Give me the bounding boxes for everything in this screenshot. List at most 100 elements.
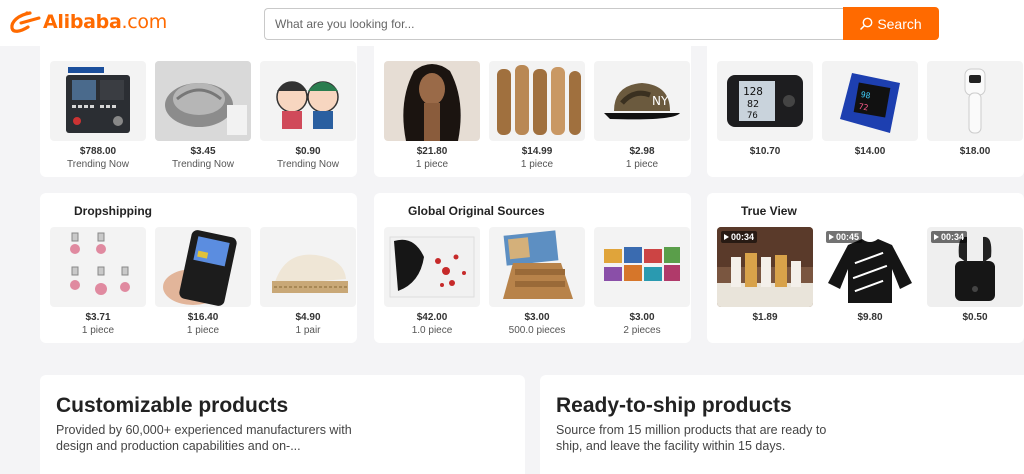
product-price: $2.98 xyxy=(629,146,655,157)
search-input[interactable] xyxy=(265,9,844,39)
product-image xyxy=(384,227,480,307)
product-sub: 1 pair xyxy=(295,325,321,336)
play-icon xyxy=(829,234,834,240)
product-image: 00:34 xyxy=(927,227,1023,307)
product-card[interactable]: 00:34 $1.89 xyxy=(717,227,813,324)
product-image xyxy=(50,227,146,307)
video-badge: 00:34 xyxy=(721,231,758,243)
product-price: $3.71 xyxy=(85,312,111,323)
product-image xyxy=(155,227,251,307)
category-card-top-right: 128 82 76 $10.70 98 72 $14.00 $18.00 xyxy=(707,30,1024,177)
product-image xyxy=(594,227,690,307)
product-image xyxy=(155,61,251,141)
product-sub: 2 pieces xyxy=(623,325,661,336)
card-heading: Customizable products xyxy=(56,394,289,417)
category-card-dropshipping[interactable]: Dropshipping $3.71 1 piece $16.40 1 piec… xyxy=(40,193,357,343)
card-description: Source from 15 million products that are… xyxy=(556,423,827,453)
svg-text:72: 72 xyxy=(858,102,869,113)
search-button[interactable]: Search xyxy=(843,7,939,40)
product-sub: 1 piece xyxy=(186,325,220,336)
category-card-trending: $788.00 Trending Now $3.45 Trending Now … xyxy=(40,30,357,177)
product-card[interactable]: 98 72 $14.00 xyxy=(822,61,918,158)
product-card[interactable]: NY $2.98 1 piece xyxy=(594,61,690,171)
product-image: 00:45 xyxy=(822,227,918,307)
product-price: $3.00 xyxy=(629,312,655,323)
product-card[interactable]: $788.00 Trending Now xyxy=(50,61,146,171)
video-badge: 00:45 xyxy=(826,231,863,243)
product-sub: 500.0 pieces xyxy=(508,325,566,336)
product-card[interactable]: $18.00 xyxy=(927,61,1023,158)
product-image xyxy=(260,227,356,307)
product-price: $10.70 xyxy=(749,146,781,157)
product-price: $3.00 xyxy=(524,312,550,323)
product-sub: Trending Now xyxy=(172,159,234,170)
ready-to-ship-card[interactable]: Ready-to-ship products Source from 15 mi… xyxy=(540,375,1024,474)
product-price: $16.40 xyxy=(187,312,219,323)
product-price: $0.50 xyxy=(962,312,988,323)
product-card[interactable]: 128 82 76 $10.70 xyxy=(717,61,813,158)
card-title: True View xyxy=(741,204,797,218)
category-card-top-middle: $21.80 1 piece $14.99 1 piece NY $2.98 1… xyxy=(374,30,691,177)
product-card[interactable]: $3.45 Trending Now xyxy=(155,61,251,171)
product-price: $1.89 xyxy=(752,312,778,323)
alibaba-logo-icon xyxy=(10,11,41,33)
product-card[interactable]: $14.99 1 piece xyxy=(489,61,585,171)
card-heading: Ready-to-ship products xyxy=(556,394,792,417)
product-image xyxy=(927,61,1023,141)
product-card[interactable]: $3.71 1 piece xyxy=(50,227,146,337)
product-image: 128 82 76 xyxy=(717,61,813,141)
category-card-true-view[interactable]: True View 00:34 $1.89 00:45 $9.80 00:34 … xyxy=(707,193,1024,343)
product-price: $788.00 xyxy=(79,146,117,157)
top-header: Alibaba.com Search xyxy=(0,0,1024,46)
product-card[interactable]: $3.00 500.0 pieces xyxy=(489,227,585,337)
logo-text: Alibaba.com xyxy=(43,11,167,33)
video-badge: 00:34 xyxy=(931,231,968,243)
product-image xyxy=(50,61,146,141)
product-price: $18.00 xyxy=(959,146,991,157)
card-title: Dropshipping xyxy=(74,204,152,218)
product-sub: 1 piece xyxy=(81,325,115,336)
product-image: NY xyxy=(594,61,690,141)
product-card[interactable]: $16.40 1 piece xyxy=(155,227,251,337)
search-box xyxy=(264,8,844,40)
product-sub: 1.0 piece xyxy=(411,325,453,336)
svg-text:98: 98 xyxy=(860,90,871,101)
card-description: Provided by 60,000+ experienced manufact… xyxy=(56,423,352,453)
product-card[interactable]: 00:45 $9.80 xyxy=(822,227,918,324)
customizable-products-card[interactable]: Customizable products Provided by 60,000… xyxy=(40,375,525,474)
search-button-label: Search xyxy=(877,15,922,32)
category-card-global-sources[interactable]: Global Original Sources $42.00 1.0 piece… xyxy=(374,193,691,343)
product-sub: Trending Now xyxy=(277,159,339,170)
product-card[interactable]: $21.80 1 piece xyxy=(384,61,480,171)
product-card[interactable]: $4.90 1 pair xyxy=(260,227,356,337)
product-image xyxy=(384,61,480,141)
product-sub: 1 piece xyxy=(520,159,554,170)
product-price: $14.99 xyxy=(521,146,553,157)
search-icon xyxy=(860,17,873,30)
svg-text:82: 82 xyxy=(747,99,759,110)
product-price: $0.90 xyxy=(295,146,321,157)
product-price: $14.00 xyxy=(854,146,886,157)
product-sub: Trending Now xyxy=(67,159,129,170)
product-card[interactable]: $3.00 2 pieces xyxy=(594,227,690,337)
svg-text:NY: NY xyxy=(652,94,669,108)
product-image xyxy=(260,61,356,141)
svg-text:128: 128 xyxy=(743,85,763,98)
product-sub: 1 piece xyxy=(625,159,659,170)
product-price: $3.45 xyxy=(190,146,216,157)
product-price: $9.80 xyxy=(857,312,883,323)
play-icon xyxy=(934,234,939,240)
product-price: $21.80 xyxy=(416,146,448,157)
product-image: 98 72 xyxy=(822,61,918,141)
alibaba-logo[interactable]: Alibaba.com xyxy=(8,9,167,35)
product-price: $4.90 xyxy=(295,312,321,323)
card-title: Global Original Sources xyxy=(408,204,545,218)
product-card[interactable]: $0.90 Trending Now xyxy=(260,61,356,171)
svg-text:76: 76 xyxy=(747,111,758,121)
product-card[interactable]: 00:34 $0.50 xyxy=(927,227,1023,324)
product-sub: 1 piece xyxy=(415,159,449,170)
product-image xyxy=(489,227,585,307)
product-image xyxy=(489,61,585,141)
product-card[interactable]: $42.00 1.0 piece xyxy=(384,227,480,337)
product-price: $42.00 xyxy=(416,312,448,323)
